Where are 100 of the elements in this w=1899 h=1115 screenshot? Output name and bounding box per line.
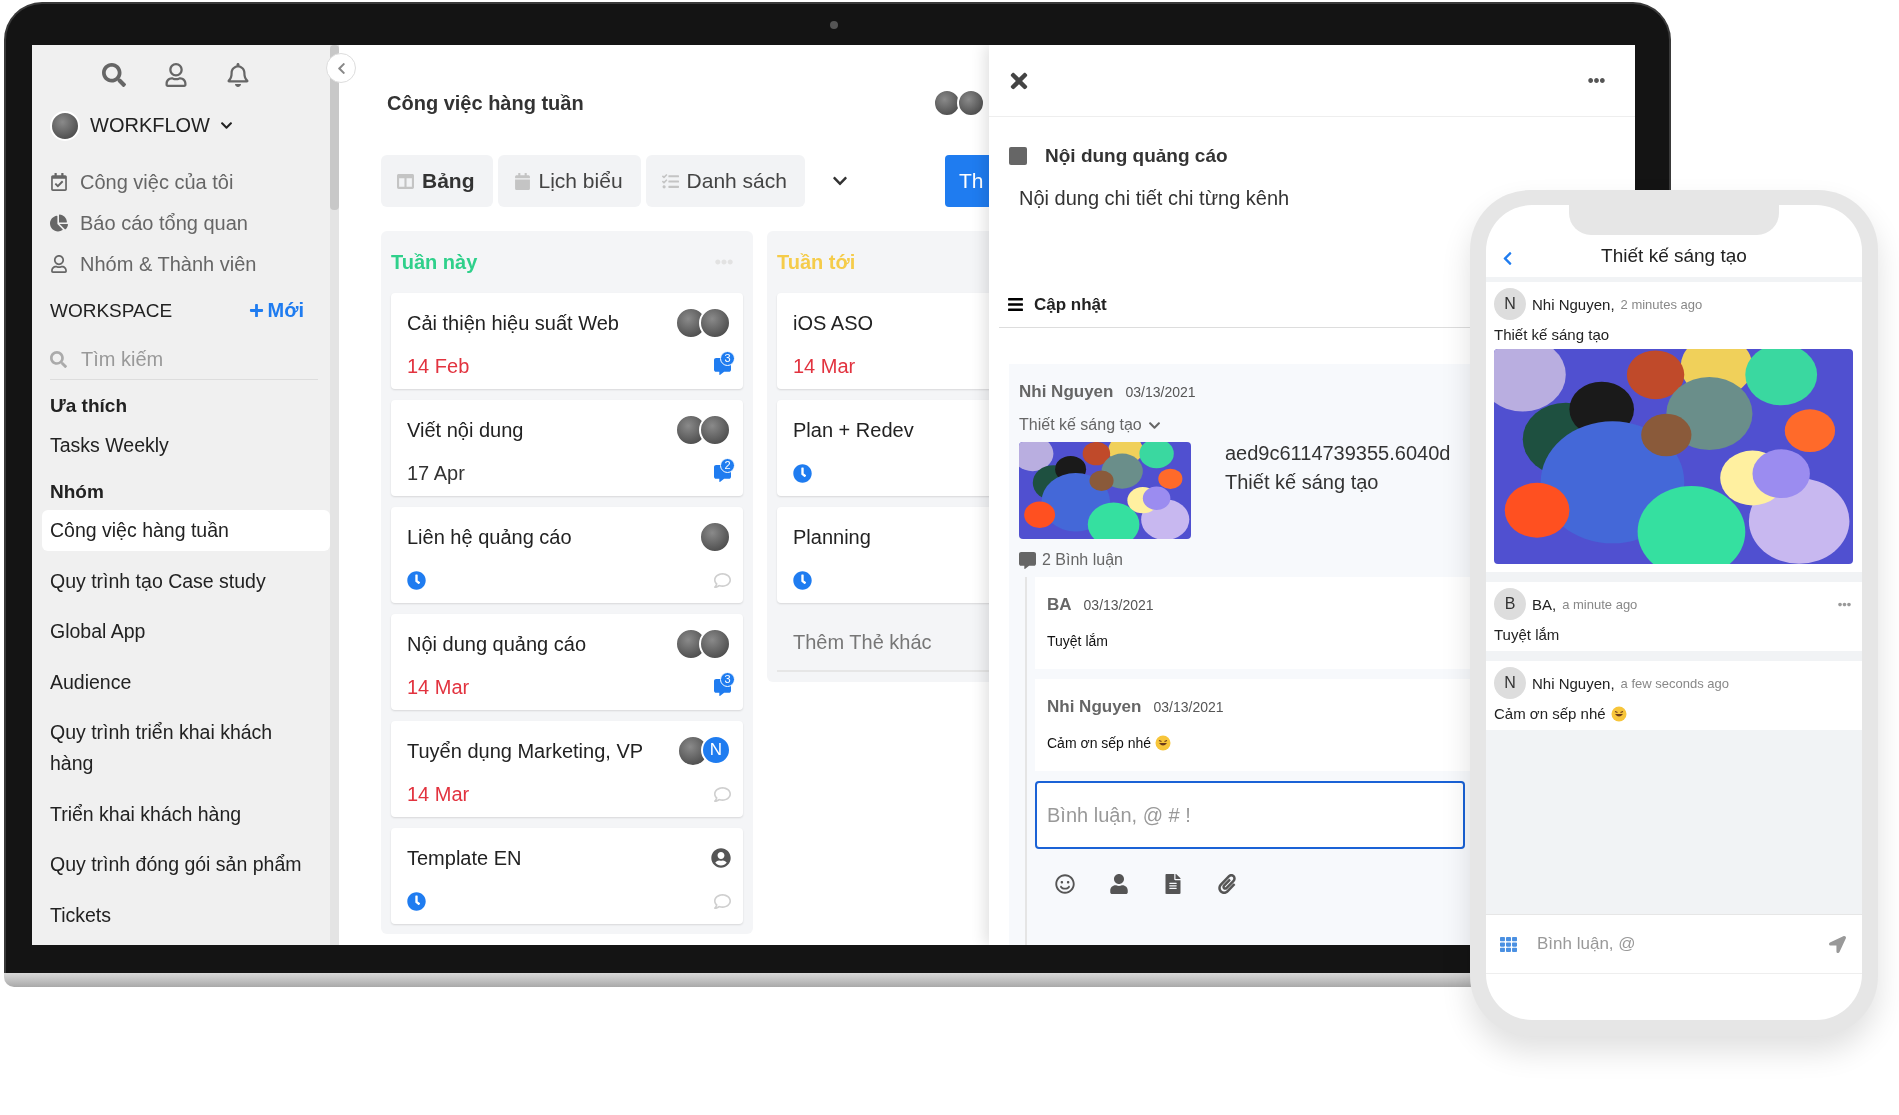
comment-input[interactable]: Bình luận, @ # !: [1035, 781, 1465, 849]
post-text: Thiết kế sáng tạo: [1494, 326, 1610, 343]
count-badge: 2: [720, 457, 735, 473]
due-date: 14 Mar: [407, 782, 470, 806]
task-description: Nội dung chi tiết chi từng kênh: [1019, 187, 1291, 210]
author-name: Nhi Nguyen: [1047, 697, 1142, 717]
count-badge: 3: [720, 350, 735, 366]
workspace-name[interactable]: WORKFLOW: [90, 114, 210, 138]
comment-text: Cảm ơn sếp nhé: [1047, 735, 1152, 751]
view-tab[interactable]: Bảng: [381, 155, 493, 207]
task-card[interactable]: Tuyển dụng Marketing, VP N 14 Mar: [391, 721, 743, 817]
tab-icon: [661, 172, 679, 190]
paperclip-icon[interactable]: [1217, 874, 1237, 894]
comment-icon: [714, 571, 731, 589]
due-date: 14 Mar: [407, 675, 470, 699]
post-text: Tuyệt lắm: [1494, 626, 1560, 643]
task-card[interactable]: Planning: [777, 507, 989, 603]
card-title: Plan + Redev: [793, 418, 914, 442]
card-title: Liên hệ quảng cáo: [407, 525, 572, 549]
sidebar-item[interactable]: Quy trình triển khai khách hàng: [42, 712, 330, 784]
avatar-photo: [50, 110, 80, 141]
new-button[interactable]: Mới: [248, 299, 304, 323]
author-name: BA,: [1532, 595, 1557, 613]
file-caption: Thiết kế sáng tạo: [1225, 471, 1380, 494]
avatar-initial: B: [1494, 588, 1526, 620]
grid-icon[interactable]: [1500, 935, 1517, 953]
nav-icon: [50, 173, 68, 192]
author-name: Nhi Nguyen: [1019, 382, 1114, 402]
clock-icon: [793, 570, 812, 590]
list-icon: [1007, 296, 1024, 313]
view-tab[interactable]: Lịch biểu: [497, 155, 641, 207]
task-card[interactable]: Nội dung quảng cáo 14 Mar 3: [391, 614, 743, 710]
search-field[interactable]: Tìm kiếm: [79, 347, 318, 373]
view-tab[interactable]: Danh sách: [645, 155, 805, 207]
clock-icon: [407, 570, 426, 590]
avatar-letter: N: [701, 735, 731, 765]
post-date: 03/13/2021: [1125, 384, 1196, 400]
comment-icon: [1019, 551, 1036, 569]
due-date: 14 Feb: [407, 354, 470, 378]
avatar-photo: [957, 89, 985, 117]
card-title: Planning: [793, 525, 871, 549]
sidebar-item[interactable]: Tickets: [42, 894, 330, 936]
bell-icon[interactable]: [226, 63, 250, 88]
user-icon: [711, 848, 731, 868]
task-title: Nội dung quảng cáo: [1045, 145, 1228, 167]
updates-heading: Cập nhật: [1034, 294, 1107, 315]
user-icon[interactable]: [164, 63, 188, 88]
due-date: 14 Mar: [793, 354, 856, 378]
task-card[interactable]: Plan + Redev: [777, 400, 989, 496]
post-text: Cảm ơn sếp nhé: [1494, 705, 1606, 722]
post-time: 2 minutes ago: [1620, 296, 1703, 312]
nav-item[interactable]: Nhóm & Thành viên: [80, 252, 257, 276]
task-card[interactable]: Viết nội dung 17 Apr 2: [391, 400, 743, 496]
sidebar-item[interactable]: Triển khai khách hàng: [42, 793, 330, 835]
sidebar-item[interactable]: Quy trình đóng gói sản phẩm: [42, 844, 330, 885]
laughing-emoji-icon: [1610, 705, 1627, 722]
sidebar-item[interactable]: Tasks Weekly: [42, 424, 330, 466]
avatar-photo: [933, 89, 961, 117]
task-card[interactable]: iOS ASO 14 Mar: [777, 293, 989, 389]
post-time: a minute ago: [1562, 596, 1638, 612]
author-name: Nhi Nguyen,: [1532, 674, 1615, 692]
search-icon: [50, 351, 67, 369]
person-icon[interactable]: [1109, 874, 1129, 894]
avatar-initial: N: [1494, 288, 1526, 320]
camera-dot: [829, 20, 838, 29]
column-title: Tuần này: [391, 250, 478, 274]
sidebar-item[interactable]: Audience: [42, 661, 330, 703]
sidebar-item[interactable]: Quy trình tạo Case study: [42, 560, 330, 602]
nav-item[interactable]: Báo cáo tổng quan: [80, 211, 248, 235]
author-name: Nhi Nguyen,: [1532, 295, 1615, 313]
post-date: 03/13/2021: [1083, 597, 1154, 613]
author-name: BA: [1047, 595, 1072, 615]
comment-input[interactable]: Bình luận, @: [1535, 933, 1811, 955]
task-card[interactable]: Template EN: [391, 828, 743, 924]
primary-button[interactable]: Th: [944, 155, 989, 207]
avatar-initial: N: [1494, 667, 1526, 699]
task-card[interactable]: Cải thiện hiệu suất Web 14 Feb 3: [391, 293, 743, 389]
tab-icon: [397, 172, 414, 190]
send-icon[interactable]: [1829, 935, 1846, 953]
file-name: aed9c6114739355.6040d: [1225, 442, 1451, 465]
board-title: Công việc hàng tuần: [387, 91, 584, 115]
document-icon[interactable]: [1163, 874, 1183, 894]
card-title: Cải thiện hiệu suất Web: [407, 311, 619, 335]
due-date: 17 Apr: [407, 461, 465, 485]
nav-icon: [50, 214, 68, 233]
count-badge: 3: [720, 671, 735, 687]
section-heading: Ưa thích: [49, 394, 128, 419]
sidebar-item[interactable]: Công việc hàng tuần: [42, 510, 330, 551]
smiley-icon[interactable]: [1055, 874, 1075, 894]
status-square: [1009, 147, 1027, 165]
plus-icon: [248, 303, 264, 319]
screen-title: Thiết kế sáng tạo: [1601, 245, 1747, 267]
nav-item[interactable]: Công việc của tôi: [80, 170, 234, 194]
comment-icon: [714, 892, 731, 910]
sidebar-item[interactable]: Global App: [42, 611, 330, 652]
search-icon[interactable]: [102, 63, 126, 88]
task-card[interactable]: Liên hệ quảng cáo: [391, 507, 743, 603]
comment-icon: [714, 785, 731, 803]
clock-icon: [793, 463, 812, 483]
card-title: Viết nội dung: [407, 418, 524, 442]
